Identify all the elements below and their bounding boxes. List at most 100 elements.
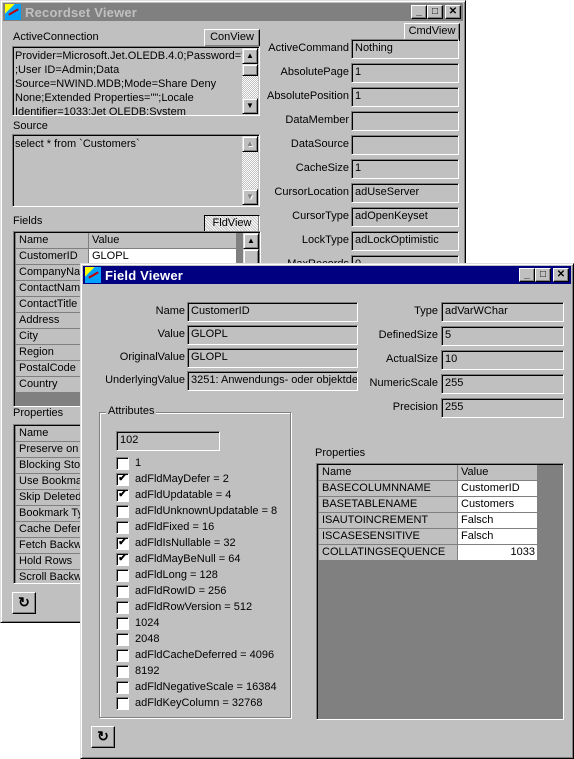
source-textarea[interactable]: select * from `Customers` ▲ ▼ bbox=[12, 134, 260, 207]
property-row[interactable]: COLLATINGSEQUENCE 1033 bbox=[319, 545, 538, 561]
field-name-cell[interactable]: Address bbox=[16, 313, 89, 329]
checkbox-box[interactable] bbox=[116, 648, 129, 662]
property-row[interactable]: Use Bookmarks bbox=[16, 474, 89, 490]
property-row[interactable]: ISCASESENSITIVE Falsch bbox=[319, 529, 538, 545]
attribute-checkbox[interactable]: ✔ adFldMayDefer = 2 bbox=[116, 471, 229, 487]
scroll-down-icon[interactable]: ▼ bbox=[242, 189, 258, 205]
property-name-cell[interactable]: Scroll Backwards bbox=[16, 570, 89, 583]
property-row[interactable]: Skip Deleted Bookmarks bbox=[16, 490, 89, 506]
checkbox-box[interactable] bbox=[116, 600, 129, 614]
prop-value-field[interactable] bbox=[351, 111, 459, 131]
field-prop-value[interactable]: adVarWChar bbox=[441, 302, 564, 322]
property-name-cell[interactable]: ISAUTOINCREMENT bbox=[319, 513, 458, 529]
check-icon[interactable]: ✔ bbox=[116, 536, 129, 550]
conview-button[interactable]: ConView bbox=[204, 29, 260, 47]
field-prop-value[interactable]: GLOPL bbox=[187, 325, 358, 345]
property-row[interactable]: BASECOLUMNNAME CustomerID bbox=[319, 481, 538, 497]
field-prop-value[interactable]: 255 bbox=[441, 398, 564, 418]
field-prop-value[interactable]: 255 bbox=[441, 374, 564, 394]
prop-value-field[interactable]: 1 bbox=[351, 159, 459, 179]
field-name-cell[interactable]: CustomerID bbox=[16, 249, 89, 265]
field-prop-value[interactable]: CustomerID bbox=[187, 302, 358, 322]
property-name-cell[interactable]: Skip Deleted Bookmarks bbox=[16, 490, 89, 506]
field-name-cell[interactable]: Region bbox=[16, 345, 89, 361]
property-name-cell[interactable]: BASECOLUMNNAME bbox=[319, 481, 458, 497]
checkbox-box[interactable] bbox=[116, 568, 129, 582]
checkbox-box[interactable] bbox=[116, 664, 129, 678]
prop-value-field[interactable]: 1 bbox=[351, 87, 459, 107]
attribute-checkbox[interactable]: ✔ adFldMayBeNull = 64 bbox=[116, 551, 240, 567]
scroll-up-icon[interactable]: ▲ bbox=[242, 48, 258, 64]
maximize-button[interactable]: □ bbox=[535, 268, 551, 282]
property-name-cell[interactable]: Hold Rows bbox=[16, 554, 89, 570]
check-icon[interactable]: ✔ bbox=[116, 488, 129, 502]
property-value-cell[interactable]: Falsch bbox=[458, 529, 538, 545]
recordset-viewer-titlebar[interactable]: Recordset Viewer _ □ ✕ bbox=[3, 3, 463, 21]
checkbox-box[interactable] bbox=[116, 616, 129, 630]
attribute-checkbox[interactable]: adFldRowID = 256 bbox=[116, 583, 226, 599]
attribute-checkbox[interactable]: adFldCacheDeferred = 4096 bbox=[116, 647, 274, 663]
check-icon[interactable]: ✔ bbox=[116, 472, 129, 486]
column-header-value[interactable]: Value bbox=[458, 465, 538, 481]
attribute-checkbox[interactable]: 1024 bbox=[116, 615, 159, 631]
close-button[interactable]: ✕ bbox=[445, 5, 461, 19]
field-name-cell[interactable]: Country bbox=[16, 377, 89, 393]
field-name-cell[interactable]: ContactName bbox=[16, 281, 89, 297]
prop-value-field[interactable]: adLockOptimistic bbox=[351, 231, 459, 251]
field-viewer-titlebar[interactable]: Field Viewer _ □ ✕ bbox=[83, 266, 571, 284]
source-scrollbar[interactable]: ▲ ▼ bbox=[242, 136, 258, 205]
property-value-cell[interactable]: CustomerID bbox=[458, 481, 538, 497]
property-row[interactable]: Blocking Storage Objects bbox=[16, 458, 89, 474]
field-name-cell[interactable]: CompanyName bbox=[16, 265, 89, 281]
attribute-checkbox[interactable]: 8192 bbox=[116, 663, 159, 679]
scroll-thumb[interactable] bbox=[242, 64, 258, 76]
checkbox-box[interactable] bbox=[116, 680, 129, 694]
attribute-checkbox[interactable]: adFldUnknownUpdatable = 8 bbox=[116, 503, 277, 519]
scroll-up-icon[interactable]: ▲ bbox=[242, 136, 258, 152]
scroll-down-icon[interactable]: ▼ bbox=[242, 98, 258, 114]
checkbox-box[interactable] bbox=[116, 632, 129, 646]
field-prop-value[interactable]: 10 bbox=[441, 350, 564, 370]
maximize-button[interactable]: □ bbox=[427, 5, 443, 19]
active-connection-scrollbar[interactable]: ▲ ▼ bbox=[242, 48, 258, 114]
minimize-button[interactable]: _ bbox=[411, 5, 427, 19]
minimize-button[interactable]: _ bbox=[519, 268, 535, 282]
property-name-cell[interactable]: COLLATINGSEQUENCE bbox=[319, 545, 458, 561]
field-prop-value[interactable]: 5 bbox=[441, 326, 564, 346]
checkbox-box[interactable] bbox=[116, 696, 129, 710]
attribute-checkbox[interactable]: adFldKeyColumn = 32768 bbox=[116, 695, 263, 711]
field-name-cell[interactable]: City bbox=[16, 329, 89, 345]
attribute-checkbox[interactable]: 2048 bbox=[116, 631, 159, 647]
property-name-cell[interactable]: Use Bookmarks bbox=[16, 474, 89, 490]
prop-value-field[interactable]: adOpenKeyset bbox=[351, 207, 459, 227]
column-header-name[interactable]: Name bbox=[16, 426, 89, 442]
property-name-cell[interactable]: Bookmark Type bbox=[16, 506, 89, 522]
property-name-cell[interactable]: Fetch Backwards bbox=[16, 538, 89, 554]
column-header-name[interactable]: Name bbox=[319, 465, 458, 481]
property-value-cell[interactable]: Falsch bbox=[458, 513, 538, 529]
column-header-name[interactable]: Name bbox=[16, 233, 89, 249]
property-name-cell[interactable]: ISCASESENSITIVE bbox=[319, 529, 458, 545]
attribute-checkbox[interactable]: ✔ adFldIsNullable = 32 bbox=[116, 535, 236, 551]
checkbox-box[interactable] bbox=[116, 520, 129, 534]
refresh-button[interactable]: ↻ bbox=[91, 726, 115, 748]
prop-value-field[interactable]: adUseServer bbox=[351, 183, 459, 203]
attribute-checkbox[interactable]: adFldLong = 128 bbox=[116, 567, 218, 583]
attribute-checkbox[interactable]: adFldFixed = 16 bbox=[116, 519, 214, 535]
property-row[interactable]: ISAUTOINCREMENT Falsch bbox=[319, 513, 538, 529]
prop-value-field[interactable]: Nothing bbox=[351, 39, 459, 59]
property-row[interactable]: BASETABLENAME Customers bbox=[319, 497, 538, 513]
attribute-checkbox[interactable]: adFldNegativeScale = 16384 bbox=[116, 679, 277, 695]
checkbox-box[interactable] bbox=[116, 456, 129, 470]
field-name-cell[interactable]: ContactTitle bbox=[16, 297, 89, 313]
check-icon[interactable]: ✔ bbox=[116, 552, 129, 566]
close-button[interactable]: ✕ bbox=[553, 268, 569, 282]
property-value-cell[interactable]: 1033 bbox=[458, 545, 538, 561]
field-prop-value[interactable]: GLOPL bbox=[187, 348, 358, 368]
property-row[interactable]: Hold Rows bbox=[16, 554, 89, 570]
column-header-value[interactable]: Value bbox=[89, 233, 237, 249]
field-prop-value[interactable]: 3251: Anwendungs- oder objektde bbox=[187, 371, 358, 391]
attribute-checkbox[interactable]: adFldRowVersion = 512 bbox=[116, 599, 252, 615]
checkbox-box[interactable] bbox=[116, 584, 129, 598]
attributes-value-field[interactable]: 102 bbox=[116, 431, 220, 451]
